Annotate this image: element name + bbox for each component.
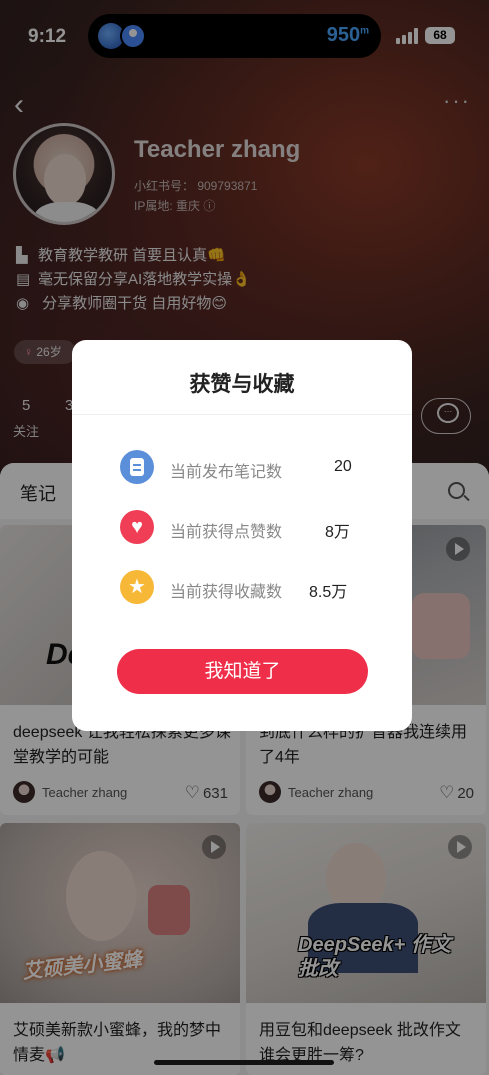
got-it-button[interactable]: 我知道了 <box>117 649 368 694</box>
collections-count-label: 当前获得收藏数 <box>170 584 283 601</box>
likes-collections-dialog: 获赞与收藏 当前发布笔记数 20 ♥ 当前获得点赞数 8万 ★ 当前获得收藏数 … <box>72 340 412 731</box>
notes-count-label: 当前发布笔记数 <box>170 464 283 481</box>
likes-count-label: 当前获得点赞数 <box>170 524 283 541</box>
collections-count-value: 8.5万 <box>309 584 348 601</box>
home-indicator[interactable] <box>154 1060 334 1065</box>
likes-count-value: 8万 <box>325 524 350 541</box>
star-icon: ★ <box>120 570 154 604</box>
heart-icon: ♥ <box>120 510 154 544</box>
notes-count-value: 20 <box>334 458 352 475</box>
divider <box>72 414 412 415</box>
note-icon <box>120 450 154 484</box>
dialog-title: 获赞与收藏 <box>189 373 295 396</box>
